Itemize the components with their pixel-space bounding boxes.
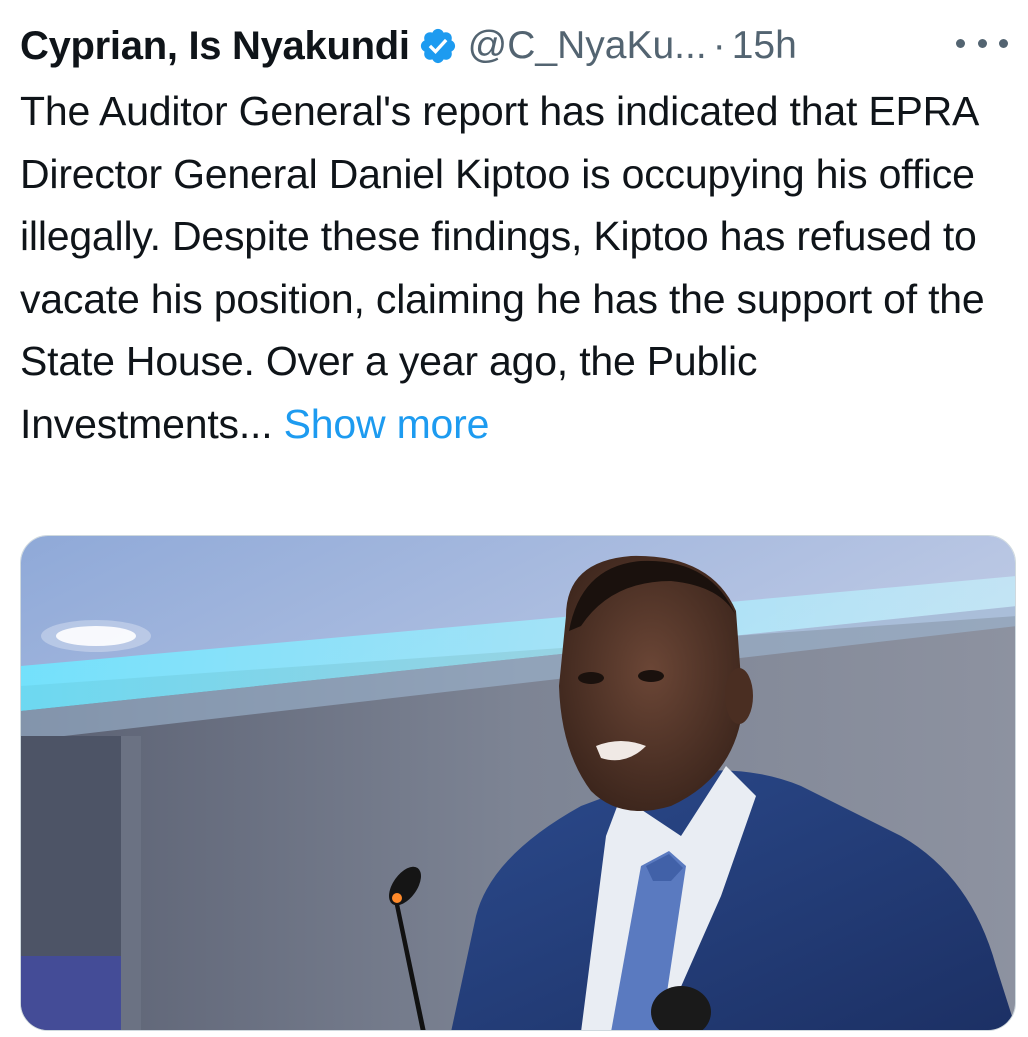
speaker-photo-image — [21, 536, 1015, 1030]
more-options-icon[interactable] — [956, 28, 1008, 58]
tweet-timestamp[interactable]: 15h — [732, 24, 797, 68]
tweet-header: Cyprian, Is Nyakundi @C_NyaKu... · 15h — [20, 18, 1008, 74]
author-display-name[interactable]: Cyprian, Is Nyakundi — [20, 24, 410, 69]
author-handle[interactable]: @C_NyaKu... — [468, 24, 707, 68]
verified-badge-icon — [420, 28, 455, 64]
tweet[interactable]: Cyprian, Is Nyakundi @C_NyaKu... · 15h T… — [0, 0, 1028, 1037]
show-more-link[interactable]: Show more — [284, 401, 490, 447]
tweet-photo[interactable] — [20, 535, 1016, 1031]
tweet-text: The Auditor General's report has indicat… — [20, 80, 1010, 455]
header-separator: · — [712, 24, 726, 67]
tweet-body: The Auditor General's report has indicat… — [20, 88, 985, 447]
